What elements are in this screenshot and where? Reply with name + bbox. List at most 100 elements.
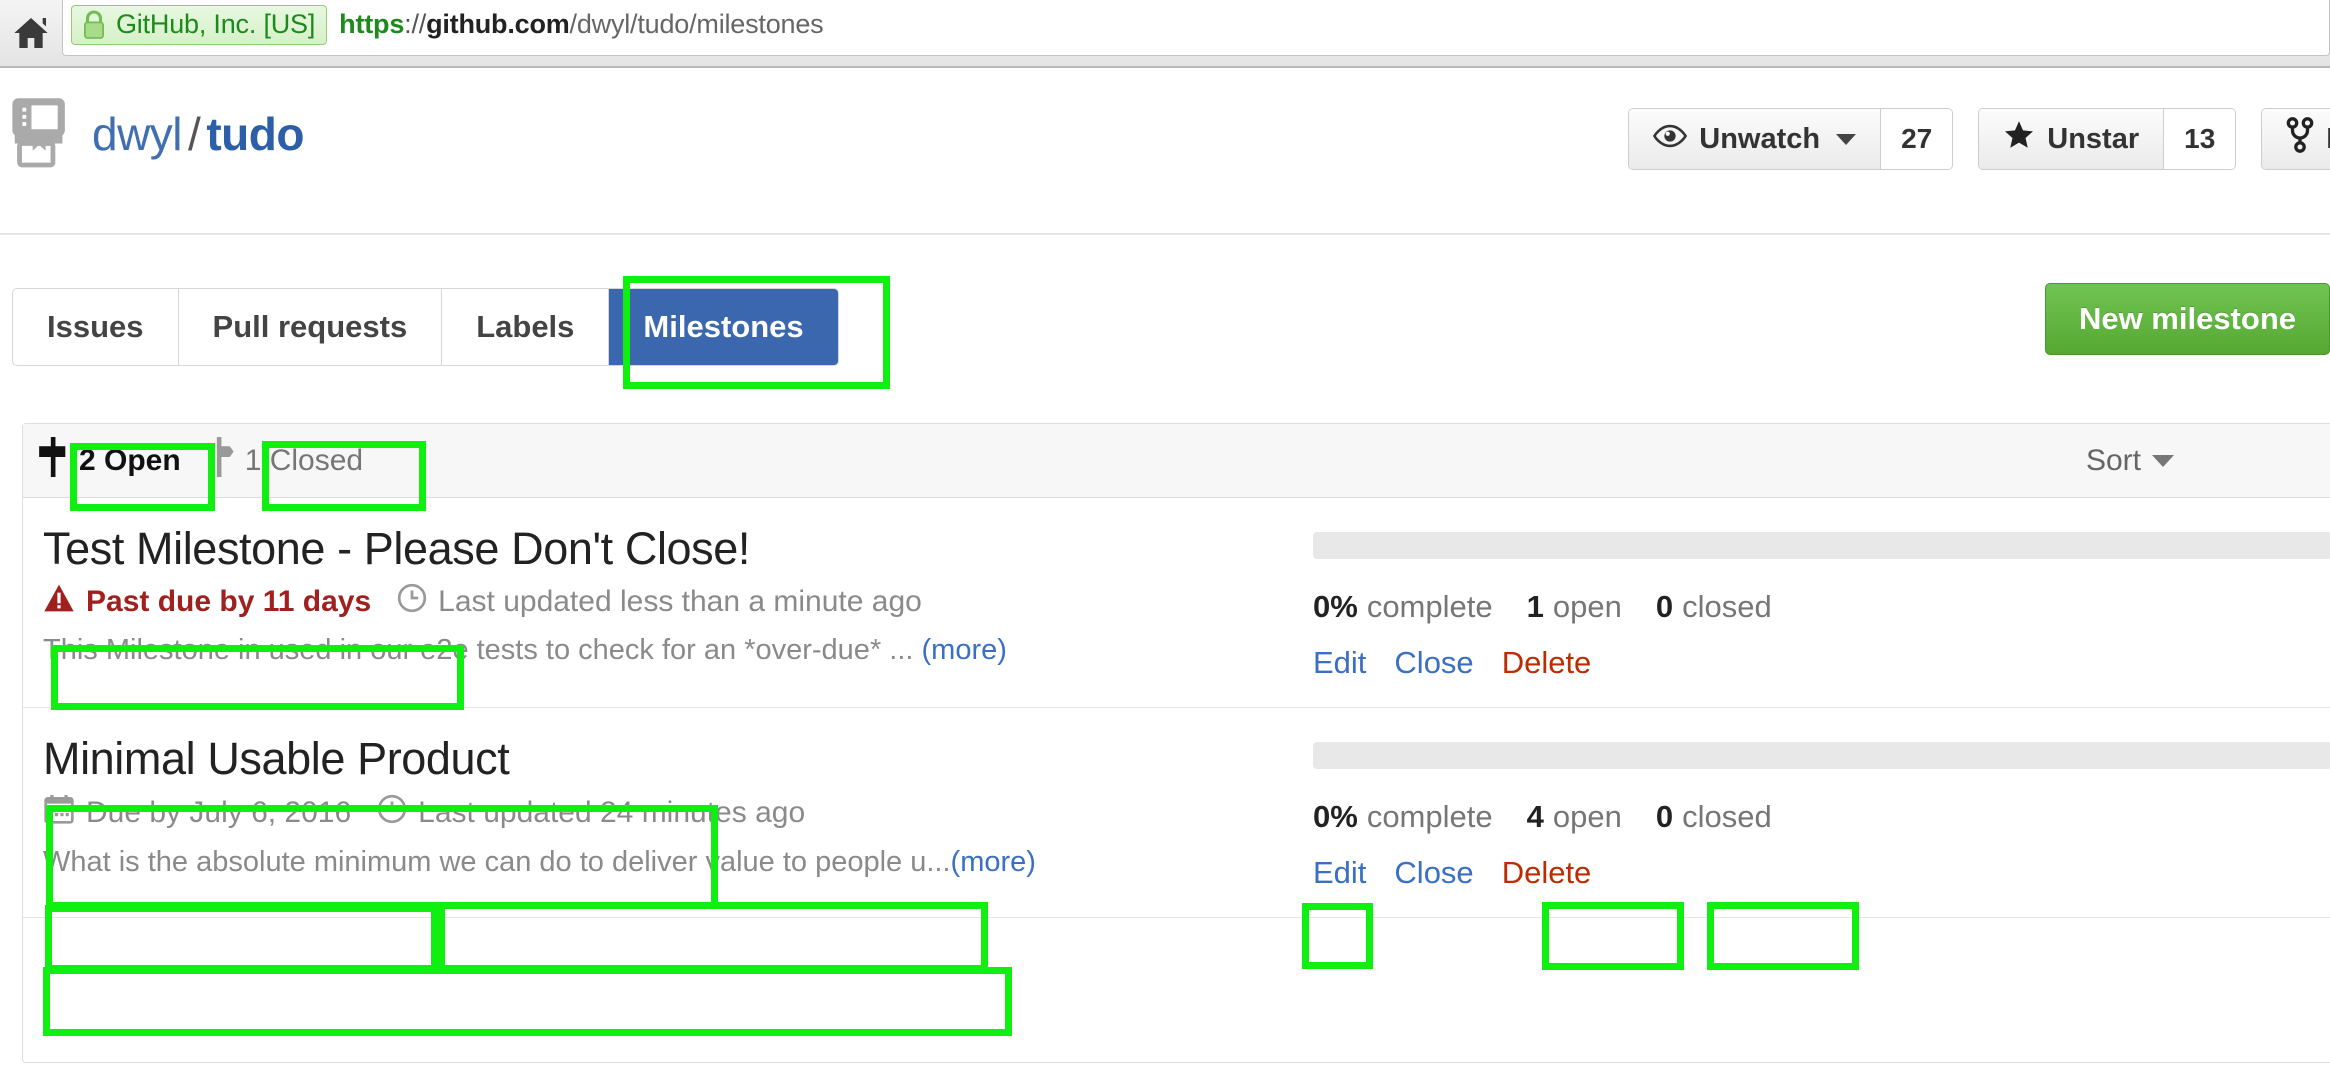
milestone-due-label: Due by July 6, 2016 [86, 796, 352, 830]
repo-separator: / [188, 108, 201, 160]
stat-complete: 0% complete [1313, 799, 1493, 835]
milestone-description-text: What is the absolute minimum we can do t… [43, 846, 951, 879]
sort-label: Sort [2085, 443, 2141, 477]
site-security-badge[interactable]: GitHub, Inc. [US] [71, 4, 328, 45]
tab-pull-requests[interactable]: Pull requests [179, 289, 443, 365]
calendar-icon [43, 793, 75, 833]
filter-open-milestones[interactable]: 2 Open [37, 436, 181, 485]
repo-owner-link[interactable]: dwyl [92, 108, 183, 160]
stat-closed-value: 0 [1655, 799, 1674, 834]
edit-milestone-link[interactable]: Edit [1313, 855, 1366, 891]
url-path: /dwyl/tudo/milestones [569, 9, 824, 39]
milestone-actions: Edit Close Delete [1313, 645, 2330, 681]
milestone-more-link[interactable]: (more) [922, 634, 1007, 666]
milestone-title-link[interactable]: Minimal Usable Product [43, 733, 1313, 784]
milestones-list-container: 2 Open 1 Closed Sort Test Milestone - Pl… [22, 423, 2330, 1063]
milestone-more-link[interactable]: (more) [951, 846, 1036, 878]
stat-open: 1 open [1527, 589, 1622, 625]
edit-milestone-link[interactable]: Edit [1313, 645, 1366, 681]
chevron-down-icon [2152, 454, 2174, 467]
milestone-info: Minimal Usable Product Due by July 6, 20… [43, 733, 1313, 891]
address-bar[interactable]: GitHub, Inc. [US] https://github.com/dwy… [62, 0, 2330, 56]
repo-name-link[interactable]: tudo [206, 108, 304, 160]
stat-open-label: open [1552, 589, 1622, 624]
stat-open: 4 open [1527, 799, 1622, 835]
milestone-updated-label: Last updated less than a minute ago [438, 585, 922, 619]
repo-title-block: dwyl / tudo [10, 98, 304, 170]
url-separator: :// [404, 9, 427, 39]
milestone-progress-panel: 0% complete 4 open 0 closed Edit Close Dele… [1313, 734, 2330, 891]
unstar-label: Unstar [2047, 122, 2140, 155]
fork-icon [2286, 117, 2314, 161]
alert-triangle-icon [43, 583, 75, 621]
milestone-progress-panel: 0% complete 1 open 0 closed Edit Close Dele… [1313, 524, 2330, 681]
home-icon[interactable] [8, 10, 54, 56]
url-scheme: https [339, 9, 405, 39]
milestone-row: Minimal Usable Product Due by July 6, 20… [23, 708, 2330, 918]
stat-closed: 0 closed [1656, 589, 1772, 625]
star-button-group: Unstar 13 [1978, 108, 2237, 170]
milestone-due-status: Due by July 6, 2016 [43, 793, 351, 833]
star-count[interactable]: 13 [2164, 109, 2236, 169]
milestone-filter-bar: 2 Open 1 Closed Sort [23, 424, 2330, 498]
milestone-signpost-icon [37, 436, 69, 485]
watch-button-group: Unwatch 27 [1628, 108, 1954, 170]
stat-closed-value: 0 [1655, 589, 1674, 624]
browser-chrome: GitHub, Inc. [US] https://github.com/dwy… [0, 0, 2330, 68]
filter-closed-milestones[interactable]: 1 Closed [203, 436, 364, 485]
milestone-description: What is the absolute minimum we can do t… [43, 846, 1313, 879]
unstar-button[interactable]: Unstar [1979, 109, 2165, 169]
star-icon [2003, 120, 2035, 158]
security-org-label: GitHub, Inc. [US] [116, 9, 316, 39]
close-milestone-link[interactable]: Close [1394, 855, 1473, 891]
url-display[interactable]: https://github.com/dwyl/tudo/milestones [339, 9, 823, 40]
new-milestone-button[interactable]: New milestone [2044, 283, 2330, 355]
url-host: github.com [426, 9, 570, 39]
milestone-signpost-icon [203, 436, 235, 485]
delete-milestone-link[interactable]: Delete [1502, 645, 1592, 681]
milestone-meta: Past due by 11 days Last updated less th… [43, 583, 1313, 621]
clock-icon [397, 583, 427, 621]
stat-closed-label: closed [1682, 589, 1772, 624]
tab-milestones[interactable]: Milestones [609, 289, 838, 365]
milestone-updated: Last updated 24 minutes ago [377, 794, 805, 832]
eye-icon [1653, 123, 1688, 156]
stat-open-label: open [1552, 799, 1622, 834]
stat-closed: 0 closed [1656, 799, 1772, 835]
milestone-updated-label: Last updated 24 minutes ago [418, 796, 806, 830]
milestone-stats: 0% complete 1 open 0 closed [1313, 589, 2330, 625]
milestone-description-text: This Milestone in used in our e2e tests … [43, 634, 914, 667]
stat-open-value: 4 [1526, 799, 1544, 834]
stat-complete-value: 0% [1313, 799, 1358, 834]
milestone-actions: Edit Close Delete [1313, 855, 2330, 891]
unwatch-label: Unwatch [1699, 122, 1821, 155]
delete-milestone-link[interactable]: Delete [1502, 855, 1592, 891]
filter-closed-label: 1 Closed [244, 443, 364, 477]
stat-complete-value: 0% [1313, 589, 1358, 624]
unwatch-button[interactable]: Unwatch [1629, 109, 1882, 169]
repo-book-icon [10, 98, 72, 170]
lock-icon [81, 9, 107, 41]
tab-labels[interactable]: Labels [442, 289, 610, 365]
clock-icon [377, 794, 407, 832]
milestone-progress-bar [1313, 742, 2330, 769]
milestone-title-link[interactable]: Test Milestone - Please Don't Close! [43, 523, 1313, 574]
milestone-progress-bar [1313, 532, 2330, 559]
fork-label: F [2326, 123, 2330, 156]
milestone-info: Test Milestone - Please Don't Close! Pas… [43, 523, 1313, 681]
milestone-stats: 0% complete 4 open 0 closed [1313, 799, 2330, 835]
stat-complete-label: complete [1366, 799, 1493, 834]
fork-button[interactable]: F [2262, 109, 2330, 169]
stat-open-value: 1 [1526, 589, 1544, 624]
issue-nav-tabs: Issues Pull requests Labels Milestones [12, 288, 839, 366]
milestone-due-status: Past due by 11 days [43, 583, 371, 621]
stat-complete: 0% complete [1313, 589, 1493, 625]
watch-count[interactable]: 27 [1881, 109, 1953, 169]
milestone-meta: Due by July 6, 2016 Last updated 24 minu… [43, 793, 1313, 833]
page-title: dwyl / tudo [92, 107, 304, 161]
filter-open-label: 2 Open [79, 443, 181, 477]
sort-dropdown[interactable]: Sort [2086, 444, 2174, 478]
stat-complete-label: complete [1366, 589, 1493, 624]
close-milestone-link[interactable]: Close [1394, 645, 1473, 681]
tab-issues[interactable]: Issues [13, 289, 179, 365]
